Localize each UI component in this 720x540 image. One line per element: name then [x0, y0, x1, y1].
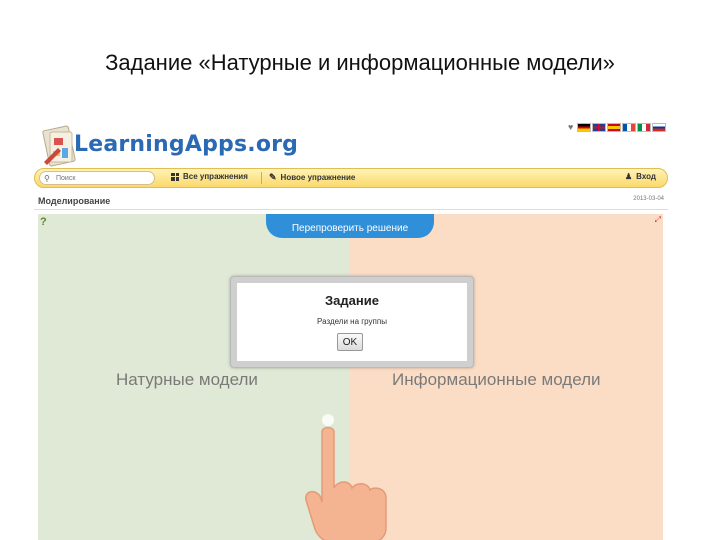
slide-title: Задание «Натурные и информационные модел… [105, 50, 615, 75]
logo-text: LearningApps.org [74, 132, 299, 157]
user-icon: ♟ [625, 172, 633, 181]
heart-icon: ♥ [568, 122, 574, 132]
ok-button[interactable]: OK [337, 333, 363, 351]
fullscreen-icon[interactable]: ⤢ [655, 215, 661, 225]
task-dialog-body: Задание Раздели на группы OK [237, 283, 467, 361]
grid-icon [171, 172, 179, 181]
task-dialog: Задание Раздели на группы OK [230, 276, 474, 368]
flag-gb-icon[interactable] [592, 122, 607, 132]
group-label-left: Натурные модели [116, 370, 258, 389]
search-icon: ⚲ [44, 173, 50, 183]
login-label: Вход [636, 172, 656, 181]
group-label-right: Информационные модели [392, 370, 601, 389]
app-date: 2013-03-04 [633, 196, 664, 202]
login-link[interactable]: ♟ Вход [625, 172, 656, 181]
app-info-bar: Моделирование 2013-03-04 [34, 194, 668, 210]
search-box[interactable]: ⚲ [39, 171, 155, 185]
all-exercises-label: Все упражнения [183, 172, 248, 181]
new-exercise-label: Новое упражнение [280, 173, 356, 182]
app-name: Моделирование [38, 196, 111, 206]
pointing-hand-icon [305, 414, 387, 540]
all-exercises-link[interactable]: Все упражнения [171, 172, 248, 181]
flag-it-icon[interactable] [637, 122, 652, 132]
search-input[interactable] [56, 174, 146, 182]
browser-screenshot: LearningApps.org ♥ ⚲ Все упражнения ✎ Но… [30, 108, 672, 540]
exercise-area: ? ⤢ Перепроверить решение Натурные модел… [38, 214, 663, 540]
top-nav-bar: ⚲ Все упражнения ✎ Новое упражнение ♟ Вх… [34, 168, 668, 188]
dialog-title: Задание [325, 293, 379, 308]
flag-ru-icon[interactable] [652, 122, 667, 132]
dialog-text: Раздели на группы [317, 317, 387, 326]
nav-divider [261, 172, 262, 184]
language-selector[interactable]: ♥ [568, 122, 667, 132]
recheck-button[interactable]: Перепроверить решение [266, 214, 434, 238]
help-icon[interactable]: ? [40, 216, 47, 228]
edit-icon: ✎ [269, 172, 277, 182]
new-exercise-link[interactable]: ✎ Новое упражнение [269, 172, 355, 183]
flag-de-icon[interactable] [577, 122, 592, 132]
flag-es-icon[interactable] [607, 122, 622, 132]
flag-fr-icon[interactable] [622, 122, 637, 132]
site-logo[interactable]: LearningApps.org [40, 114, 298, 174]
divider [34, 209, 668, 210]
recheck-label: Перепроверить решение [291, 223, 409, 234]
